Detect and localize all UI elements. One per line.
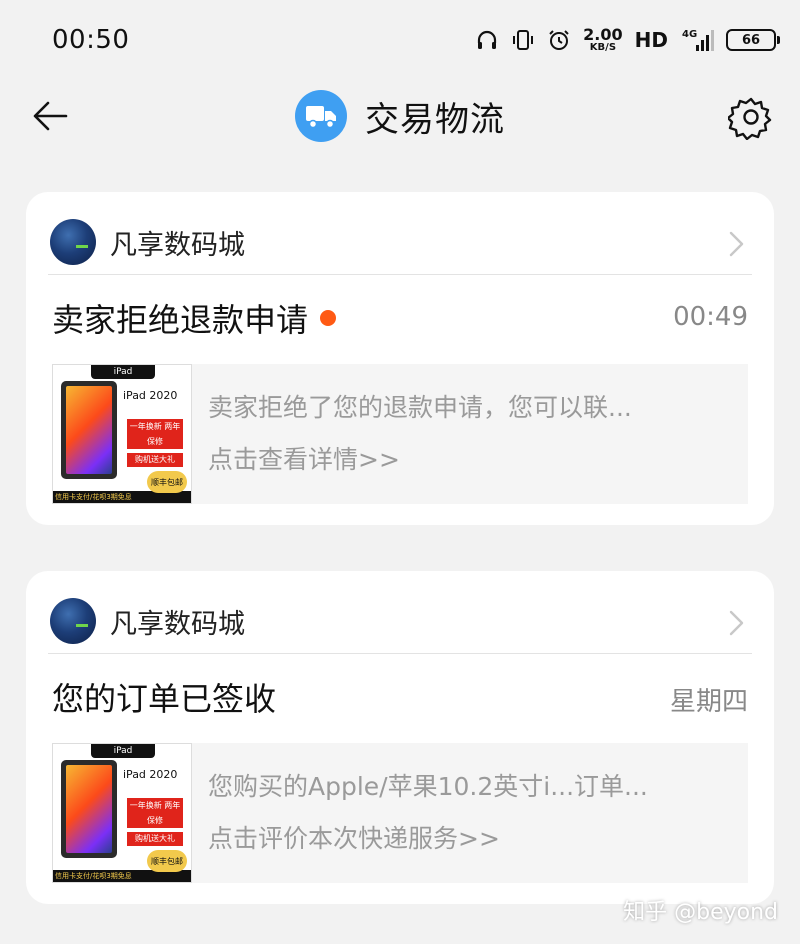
thumb-badge-warranty: 一年换新 两年保修 xyxy=(127,798,183,828)
thumb-top-label: iPad xyxy=(91,365,155,379)
gear-icon[interactable] xyxy=(726,94,774,141)
preview-text: 您购买的Apple/苹果10.2英寸i...订单... 点击评价本次快递服务>> xyxy=(192,743,748,883)
divider xyxy=(48,274,752,275)
message-title: 您的订单已签收 xyxy=(52,680,277,718)
alarm-icon xyxy=(547,28,571,52)
unread-dot xyxy=(320,310,337,326)
ipad-screen xyxy=(66,765,112,853)
shop-avatar xyxy=(50,219,96,265)
preview-line-2: 点击查看详情>> xyxy=(208,445,400,474)
vibrate-icon xyxy=(511,28,535,52)
truck-icon xyxy=(295,90,347,142)
message-time: 星期四 xyxy=(669,687,748,717)
preview-line-1: 您购买的Apple/苹果10.2英寸i...订单... xyxy=(208,772,648,801)
status-icons: 2.00 KB/S HD 4G 66 xyxy=(475,27,780,53)
message-title-row: 您的订单已签收 星期四 xyxy=(52,671,748,723)
message-preview[interactable]: iPad iPad 2020 一年换新 两年保修 购机送大礼 信用卡支付/花呗3… xyxy=(52,364,748,504)
chevron-right-icon xyxy=(726,609,748,637)
shop-avatar xyxy=(50,598,96,644)
shop-name: 凡享数码城 xyxy=(110,608,245,640)
message-title-row: 卖家拒绝退款申请 00:49 xyxy=(52,292,748,344)
back-arrow-icon[interactable] xyxy=(30,96,70,136)
thumb-top-label: iPad xyxy=(91,744,155,758)
thumb-sf-badge: 顺丰包邮 xyxy=(147,471,187,493)
thumb-model: iPad 2020 xyxy=(123,389,178,402)
message-preview[interactable]: iPad iPad 2020 一年换新 两年保修 购机送大礼 信用卡支付/花呗3… xyxy=(52,743,748,883)
svg-text:4G: 4G xyxy=(682,29,697,40)
preview-line-2: 点击评价本次快递服务>> xyxy=(208,824,500,853)
page-title: 交易物流 xyxy=(365,99,505,140)
preview-text: 卖家拒绝了您的退款申请，您可以联... 点击查看详情>> xyxy=(192,364,748,504)
thumb-badge-warranty: 一年换新 两年保修 xyxy=(127,419,183,449)
product-thumbnail: iPad iPad 2020 一年换新 两年保修 购机送大礼 信用卡支付/花呗3… xyxy=(52,743,192,883)
shop-row[interactable]: 凡享数码城 xyxy=(50,210,752,274)
thumb-badge-gift: 购机送大礼 xyxy=(127,453,183,467)
message-card[interactable]: 凡享数码城 卖家拒绝退款申请 00:49 iPad iPad 2020 一年换新… xyxy=(26,192,774,525)
watermark: 知乎 @beyond xyxy=(623,900,778,925)
preview-line-1: 卖家拒绝了您的退款申请，您可以联... xyxy=(208,393,632,422)
message-title: 卖家拒绝退款申请 xyxy=(52,301,309,339)
status-time: 00:50 xyxy=(52,25,130,55)
signal-icon: 4G xyxy=(680,27,714,53)
ipad-screen xyxy=(66,386,112,474)
divider xyxy=(48,653,752,654)
title-wrap: 交易物流 xyxy=(295,90,505,142)
product-thumbnail: iPad iPad 2020 一年换新 两年保修 购机送大礼 信用卡支付/花呗3… xyxy=(52,364,192,504)
thumb-model: iPad 2020 xyxy=(123,768,178,781)
message-time: 00:49 xyxy=(673,302,748,332)
header: 交易物流 xyxy=(0,80,800,152)
headphones-icon xyxy=(475,28,499,52)
net-speed: 2.00 KB/S xyxy=(583,27,622,53)
net-speed-unit: KB/S xyxy=(589,42,617,53)
battery-indicator: 66 xyxy=(726,29,780,51)
thumb-sf-badge: 顺丰包邮 xyxy=(147,850,187,872)
shop-name: 凡享数码城 xyxy=(110,229,245,261)
shop-row[interactable]: 凡享数码城 xyxy=(50,589,752,653)
hd-indicator: HD xyxy=(634,28,668,52)
thumb-badge-gift: 购机送大礼 xyxy=(127,832,183,846)
net-speed-value: 2.00 xyxy=(583,25,623,44)
status-bar: 00:50 2.00 KB/S HD 4G 66 xyxy=(0,0,800,80)
chevron-right-icon xyxy=(726,230,748,258)
message-card[interactable]: 凡享数码城 您的订单已签收 星期四 iPad iPad 2020 一年换新 两年… xyxy=(26,571,774,904)
